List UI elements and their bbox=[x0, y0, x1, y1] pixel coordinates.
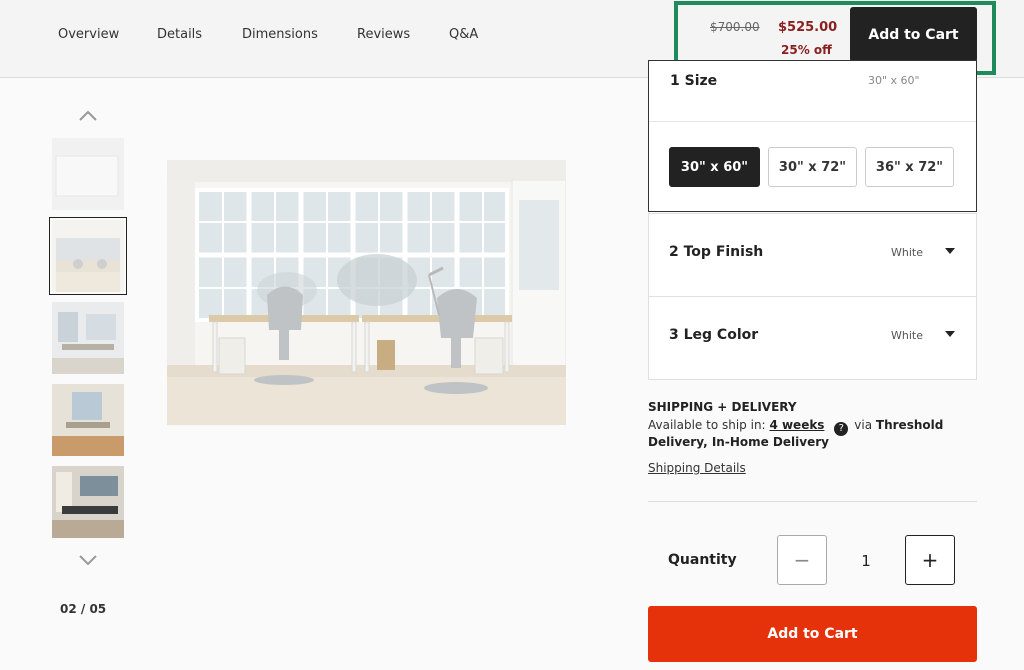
nav-reviews[interactable]: Reviews bbox=[357, 27, 410, 42]
sale-price: $525.00 bbox=[778, 20, 838, 35]
original-price: $700.00 bbox=[710, 20, 760, 34]
leg-color-value: White bbox=[891, 329, 923, 342]
desk-room-illustration bbox=[167, 160, 566, 425]
nav-overview[interactable]: Overview bbox=[58, 27, 119, 42]
top-finish-accordion[interactable]: 2 Top Finish White bbox=[648, 213, 977, 297]
thumbnail-4-image bbox=[52, 384, 124, 456]
shipping-details-link[interactable]: Shipping Details bbox=[648, 461, 746, 475]
gallery-down-arrow[interactable] bbox=[78, 554, 98, 568]
quantity-increase-button[interactable]: + bbox=[905, 535, 955, 585]
size-choice-36x72[interactable]: 36" x 72" bbox=[865, 147, 954, 187]
main-product-image[interactable] bbox=[167, 160, 566, 425]
nav-qa[interactable]: Q&A bbox=[449, 27, 478, 42]
size-option-label: 1 Size bbox=[670, 73, 718, 89]
thumbnail-1[interactable] bbox=[52, 138, 124, 210]
leg-color-accordion[interactable]: 3 Leg Color White bbox=[648, 296, 977, 380]
shipping-availability: Available to ship in: 4 weeks ? via Thres… bbox=[648, 418, 943, 436]
shipping-lead-time-link[interactable]: 4 weeks bbox=[769, 418, 824, 432]
shipping-title: SHIPPING + DELIVERY bbox=[648, 400, 797, 414]
leg-color-label: 3 Leg Color bbox=[669, 327, 759, 343]
thumbnail-4[interactable] bbox=[52, 384, 124, 456]
thumbnail-3-image bbox=[52, 302, 124, 374]
size-choice-30x72[interactable]: 30" x 72" bbox=[768, 147, 857, 187]
quantity-label: Quantity bbox=[668, 552, 737, 568]
size-option-selected-value: 30" x 60" bbox=[868, 74, 920, 87]
shipping-method-part2: Delivery, In-Home Delivery bbox=[648, 435, 829, 449]
add-to-cart-button[interactable]: Add to Cart bbox=[648, 606, 977, 662]
nav-dimensions[interactable]: Dimensions bbox=[242, 27, 318, 42]
thumbnail-5[interactable] bbox=[52, 466, 124, 538]
size-option-divider bbox=[649, 121, 976, 122]
shipping-available-prefix: Available to ship in: bbox=[648, 418, 766, 432]
thumbnail-5-image bbox=[52, 466, 124, 538]
section-divider bbox=[648, 501, 977, 502]
thumbnail-1-image bbox=[52, 138, 124, 210]
shipping-method-part1: Threshold bbox=[875, 418, 944, 432]
quantity-decrease-button[interactable]: − bbox=[777, 535, 827, 585]
quantity-value: 1 bbox=[861, 552, 871, 570]
thumbnail-3[interactable] bbox=[52, 302, 124, 374]
thumbnail-2[interactable] bbox=[49, 217, 127, 295]
caret-down-icon bbox=[945, 331, 955, 337]
size-choice-30x60[interactable]: 30" x 60" bbox=[669, 147, 760, 187]
chevron-up-icon bbox=[79, 110, 97, 121]
product-page: Overview Details Dimensions Reviews Q&A … bbox=[0, 0, 1024, 670]
shipping-via: via bbox=[854, 418, 873, 432]
discount-label: 25% off bbox=[781, 43, 832, 57]
top-finish-value: White bbox=[891, 246, 923, 259]
thumbnail-2-image bbox=[52, 220, 124, 292]
sticky-add-to-cart-button[interactable]: Add to Cart bbox=[850, 7, 977, 62]
help-icon[interactable]: ? bbox=[834, 422, 849, 436]
top-finish-label: 2 Top Finish bbox=[669, 244, 764, 260]
caret-down-icon bbox=[945, 248, 955, 254]
gallery-counter: 02 / 05 bbox=[60, 602, 107, 616]
nav-details[interactable]: Details bbox=[157, 27, 202, 42]
gallery-up-arrow[interactable] bbox=[78, 108, 98, 122]
chevron-down-icon bbox=[79, 555, 97, 566]
